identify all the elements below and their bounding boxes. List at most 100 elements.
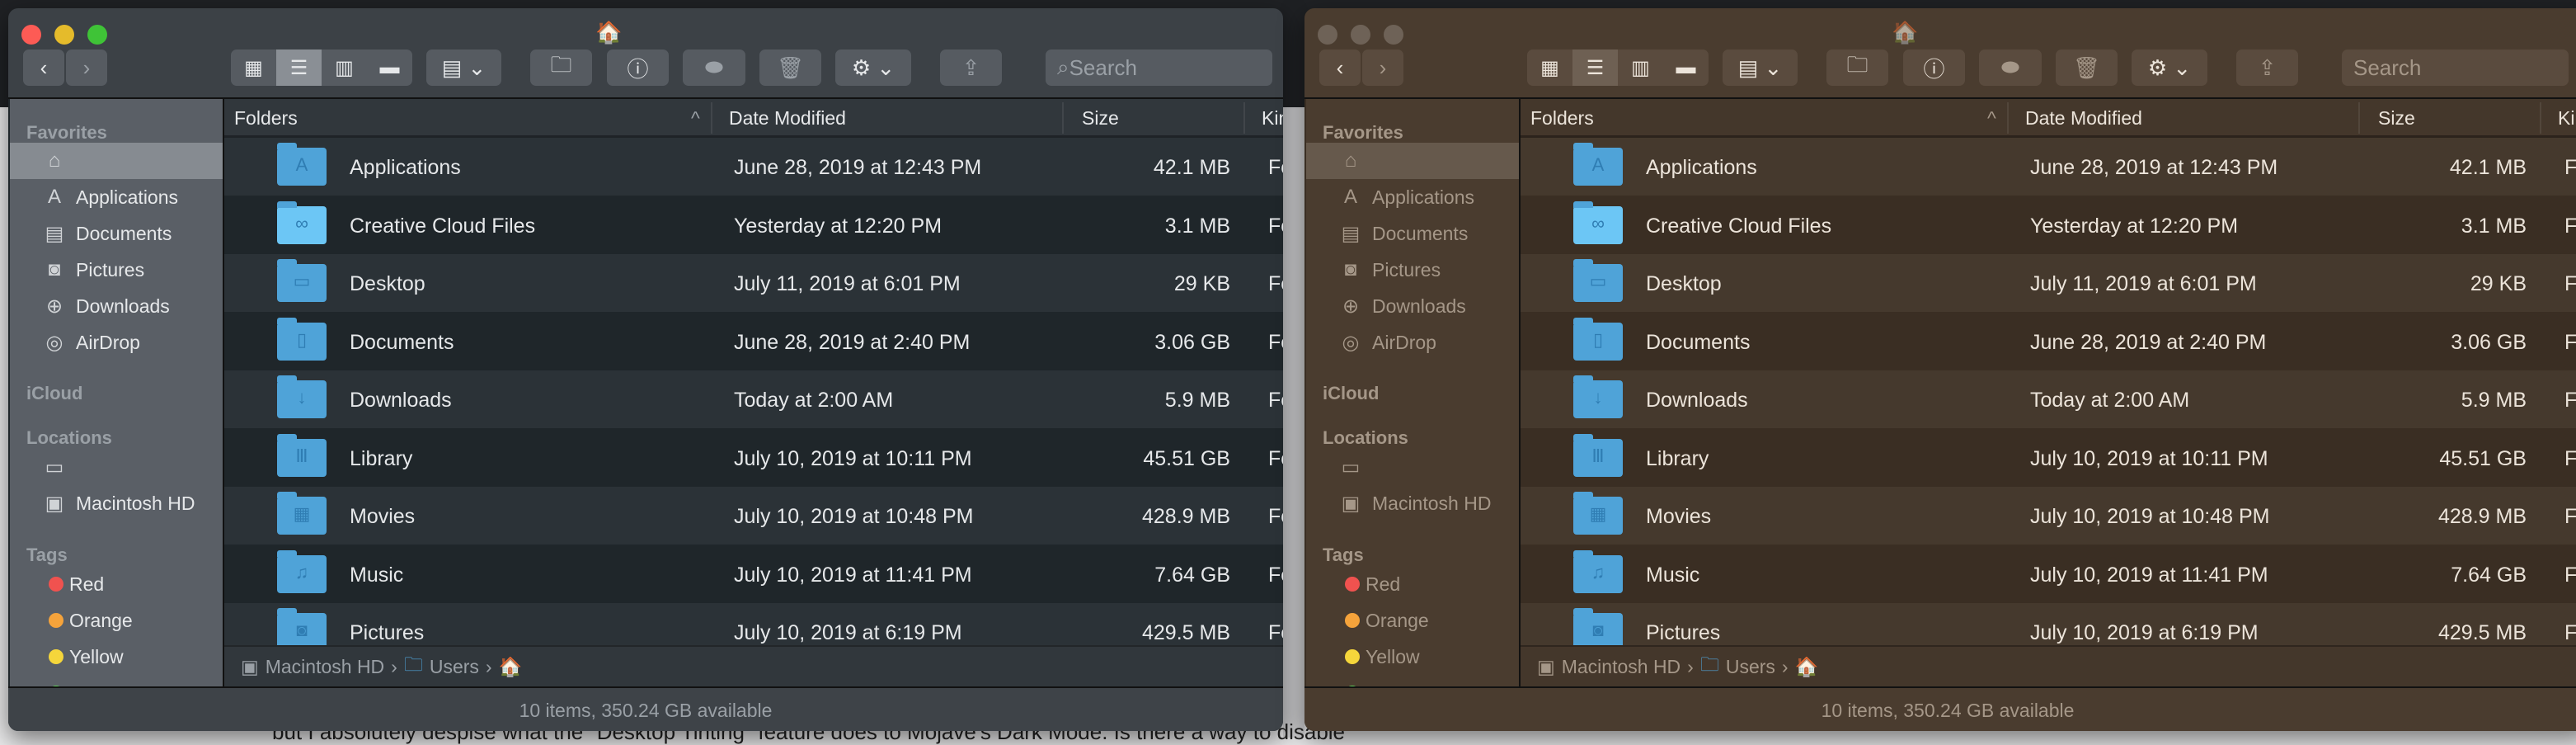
action-gear-button[interactable]: ⚙ ⌄ [835, 50, 911, 86]
forward-button[interactable]: › [1362, 50, 1403, 86]
action-gear-button[interactable]: ⚙ ⌄ [2132, 50, 2207, 86]
sidebar-item-airdrop[interactable]: ◎ AirDrop [10, 324, 223, 361]
gallery-view-icon[interactable]: ▬ [367, 50, 412, 86]
table-row[interactable]: ↓ Downloads Today at 2:00 AM 5.9 MB Folder [1521, 370, 2576, 428]
sidebar-item-pictures[interactable]: ◙ Pictures [1306, 252, 1519, 288]
info-button[interactable]: ⓘ [607, 50, 669, 86]
share-button[interactable]: ⇪ [940, 50, 1002, 86]
file-list: Folders ^ Date Modified Size Kind A Applicatio… [1519, 99, 2576, 686]
table-row[interactable]: ∞ Creative Cloud Files Yesterday at 12:20 … [224, 196, 1283, 254]
table-row[interactable]: ▭ Desktop July 11, 2019 at 6:01 PM 29 KB Fol… [1521, 254, 2576, 312]
icon-view-icon[interactable]: ▦ [1527, 50, 1572, 86]
column-header-size[interactable]: Size [1082, 107, 1119, 130]
sidebar-tag-orange[interactable]: Orange [1306, 602, 1519, 639]
table-row[interactable]: Ⅲ Library July 10, 2019 at 10:11 PM 45.51 G… [224, 428, 1283, 487]
forward-button[interactable]: › [66, 50, 107, 86]
column-header-size[interactable]: Size [2378, 107, 2415, 130]
sidebar-tag-red[interactable]: Red [10, 566, 223, 602]
back-button[interactable]: ‹ [1319, 50, 1361, 86]
sidebar-item-downloads[interactable]: ⊕ Downloads [1306, 288, 1519, 324]
table-row[interactable]: ♫ Music July 10, 2019 at 11:41 PM 7.64 GB Fo… [1521, 545, 2576, 603]
home-icon[interactable]: 🏠 [1795, 656, 1819, 678]
column-divider[interactable] [1062, 102, 1064, 134]
new-folder-button[interactable]: 🗀 [530, 50, 592, 86]
share-button[interactable]: ⇪ [2236, 50, 2298, 86]
search-input[interactable]: Search [2342, 50, 2569, 86]
table-row[interactable]: A Applications June 28, 2019 at 12:43 PM 42… [1521, 138, 2576, 196]
group-button[interactable]: ▤ ⌄ [426, 50, 501, 86]
sidebar-item-airdrop[interactable]: ◎ AirDrop [1306, 324, 1519, 361]
minimize-button[interactable] [1351, 25, 1370, 45]
tag-dot-icon [49, 577, 63, 592]
column-divider[interactable] [2007, 102, 2009, 134]
path-item[interactable]: Macintosh HD [266, 656, 384, 678]
path-item[interactable]: Users [1726, 656, 1775, 678]
path-item[interactable]: Macintosh HD [1562, 656, 1681, 678]
sort-ascending-icon[interactable]: ^ [1987, 107, 1996, 130]
home-icon[interactable]: 🏠 [499, 656, 523, 678]
sidebar-item-computer[interactable]: ▭ [1306, 449, 1519, 485]
sort-ascending-icon[interactable]: ^ [691, 107, 700, 130]
sidebar-item-documents[interactable]: ▤ Documents [1306, 215, 1519, 252]
column-header-name[interactable]: Folders [1530, 107, 1594, 130]
trash-button[interactable]: 🗑 [759, 50, 821, 86]
column-header-date[interactable]: Date Modified [729, 107, 846, 130]
sidebar-tag-orange[interactable]: Orange [10, 602, 223, 639]
view-switcher[interactable]: ▦ ☰ ▥ ▬ [1527, 50, 1709, 86]
sidebar-item-macintosh-hd[interactable]: ▣ Macintosh HD [10, 485, 223, 521]
column-header-kind[interactable]: Kind [1262, 107, 1283, 130]
column-divider[interactable] [1243, 102, 1245, 134]
close-button[interactable] [21, 25, 41, 45]
column-header-kind[interactable]: Kind [2558, 107, 2576, 130]
back-button[interactable]: ‹ [23, 50, 64, 86]
table-row[interactable]: A Applications June 28, 2019 at 12:43 PM 42… [224, 138, 1283, 196]
tag-button[interactable]: ⬬ [1979, 50, 2042, 86]
path-item[interactable]: Users [430, 656, 479, 678]
minimize-button[interactable] [54, 25, 74, 45]
file-size: 428.9 MB [1141, 505, 1230, 528]
group-button[interactable]: ▤ ⌄ [1723, 50, 1798, 86]
list-view-icon[interactable]: ☰ [276, 50, 322, 86]
sidebar-item-downloads[interactable]: ⊕ Downloads [10, 288, 223, 324]
column-view-icon[interactable]: ▥ [322, 50, 367, 86]
table-row[interactable]: ▯ Documents June 28, 2019 at 2:40 PM 3.06 G… [1521, 312, 2576, 370]
table-row[interactable]: Ⅲ Library July 10, 2019 at 10:11 PM 45.51 G… [1521, 428, 2576, 487]
table-row[interactable]: ▦ Movies July 10, 2019 at 10:48 PM 428.9 MB… [224, 487, 1283, 545]
close-button[interactable] [1318, 25, 1337, 45]
sidebar-tag-yellow[interactable]: Yellow [1306, 639, 1519, 675]
table-row[interactable]: ♫ Music July 10, 2019 at 11:41 PM 7.64 GB Fo… [224, 545, 1283, 603]
column-header-date[interactable]: Date Modified [2025, 107, 2142, 130]
column-divider[interactable] [711, 102, 712, 134]
column-view-icon[interactable]: ▥ [1618, 50, 1663, 86]
sidebar-item-home[interactable]: ⌂ [1306, 143, 1519, 179]
tag-button[interactable]: ⬬ [683, 50, 745, 86]
zoom-button[interactable] [87, 25, 107, 45]
zoom-button[interactable] [1384, 25, 1403, 45]
search-input[interactable]: ⌕ Search [1046, 50, 1272, 86]
sidebar-item-applications[interactable]: A Applications [10, 179, 223, 215]
icon-view-icon[interactable]: ▦ [231, 50, 276, 86]
column-divider[interactable] [2358, 102, 2360, 134]
table-row[interactable]: ▯ Documents June 28, 2019 at 2:40 PM 3.06 G… [224, 312, 1283, 370]
table-row[interactable]: ▭ Desktop July 11, 2019 at 6:01 PM 29 KB Fol… [224, 254, 1283, 312]
info-button[interactable]: ⓘ [1903, 50, 1965, 86]
sidebar-item-home[interactable]: ⌂ [10, 143, 223, 179]
column-header-name[interactable]: Folders [234, 107, 298, 130]
table-row[interactable]: ↓ Downloads Today at 2:00 AM 5.9 MB Folder [224, 370, 1283, 428]
trash-button[interactable]: 🗑 [2056, 50, 2118, 86]
sidebar-item-computer[interactable]: ▭ [10, 449, 223, 485]
column-divider[interactable] [2540, 102, 2541, 134]
table-row[interactable]: ▦ Movies July 10, 2019 at 10:48 PM 428.9 MB… [1521, 487, 2576, 545]
sidebar-item-applications[interactable]: A Applications [1306, 179, 1519, 215]
date-modified: July 10, 2019 at 10:11 PM [734, 446, 972, 470]
table-row[interactable]: ∞ Creative Cloud Files Yesterday at 12:20 … [1521, 196, 2576, 254]
sidebar-item-documents[interactable]: ▤ Documents [10, 215, 223, 252]
sidebar-item-macintosh-hd[interactable]: ▣ Macintosh HD [1306, 485, 1519, 521]
sidebar-item-pictures[interactable]: ◙ Pictures [10, 252, 223, 288]
list-view-icon[interactable]: ☰ [1572, 50, 1618, 86]
gallery-view-icon[interactable]: ▬ [1663, 50, 1709, 86]
sidebar-tag-red[interactable]: Red [1306, 566, 1519, 602]
sidebar-tag-yellow[interactable]: Yellow [10, 639, 223, 675]
new-folder-button[interactable]: 🗀 [1826, 50, 1888, 86]
view-switcher[interactable]: ▦ ☰ ▥ ▬ [231, 50, 412, 86]
